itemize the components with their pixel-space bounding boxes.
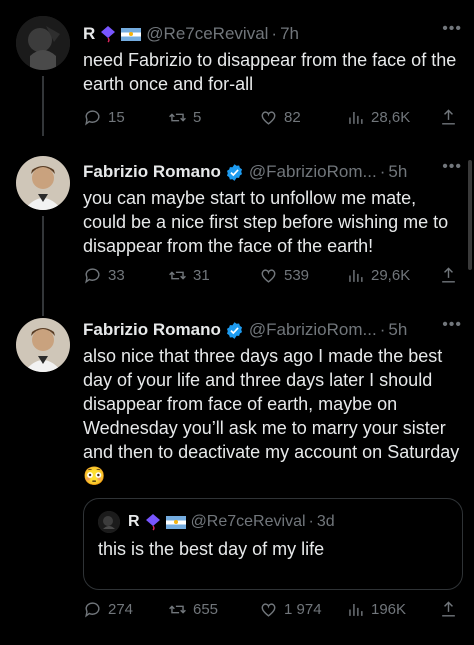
repost-arrows-icon	[169, 112, 186, 122]
quoted-tweet[interactable]: R @Re7ceRevival · 3d this is the best da…	[83, 498, 463, 590]
speech-bubble-icon	[85, 109, 100, 126]
like-count: 1 974	[284, 600, 322, 618]
heart-icon	[261, 110, 276, 125]
reply-count: 274	[108, 600, 134, 618]
more-dots-icon[interactable]: •••	[442, 316, 462, 334]
timestamp[interactable]: 7h	[280, 24, 299, 44]
views-button[interactable]: 29,6K	[346, 264, 410, 286]
like-button[interactable]: 1 974	[259, 598, 322, 620]
reply-count: 33	[108, 266, 125, 284]
timestamp: 3d	[316, 513, 335, 530]
avatar-image	[98, 511, 120, 533]
like-button[interactable]: 539	[259, 264, 309, 286]
tweet-text: need Fabrizio to disappear from the face…	[83, 50, 457, 94]
repost-count: 5	[193, 108, 202, 126]
separator-dot: ·	[379, 320, 386, 339]
speech-bubble-icon	[85, 601, 100, 618]
share-button[interactable]	[439, 598, 464, 620]
tweet-text: you can maybe start to unfollow me mate,…	[83, 188, 449, 256]
avatar[interactable]	[16, 318, 70, 372]
avatar[interactable]	[16, 156, 70, 210]
avatar	[98, 511, 120, 533]
timestamp[interactable]: 5h	[388, 320, 407, 340]
avatar-image	[16, 156, 70, 210]
repost-button[interactable]: 655	[168, 598, 218, 620]
kite-emoji-icon	[101, 26, 116, 43]
bar-chart-icon	[349, 111, 363, 124]
handle[interactable]: @FabrizioRom...	[249, 162, 377, 182]
views-count: 28,6K	[371, 108, 411, 126]
display-name: R	[128, 513, 140, 530]
avatar-image	[16, 16, 70, 70]
tweet-header: R @Re7ceRevival · 7h •••	[83, 20, 462, 46]
heart-icon	[261, 602, 276, 617]
more-dots-icon[interactable]: •••	[442, 20, 462, 38]
speech-bubble-icon	[85, 267, 100, 284]
verified-badge-icon	[226, 163, 242, 181]
bar-chart-icon	[349, 269, 363, 282]
timeline: R @Re7ceRevival · 7h ••• need Fabrizio t…	[0, 0, 474, 645]
verified-badge-icon	[226, 321, 242, 339]
separator-dot: ·	[271, 24, 278, 43]
tweet-text: also nice that three days ago I made the…	[83, 346, 460, 486]
heart-icon	[261, 268, 276, 283]
argentina-flag-icon	[165, 515, 186, 529]
like-button[interactable]: 82	[259, 106, 301, 128]
repost-count: 31	[193, 266, 210, 284]
views-button[interactable]: 196K	[346, 598, 406, 620]
share-button[interactable]	[439, 106, 464, 128]
tweet-header: Fabrizio Romano @FabrizioRom... · 5h •••	[83, 158, 462, 184]
reply-count: 15	[108, 108, 125, 126]
tweet-header: Fabrizio Romano @FabrizioRom... · 5h •••	[83, 316, 462, 342]
separator-dot: ·	[379, 162, 386, 181]
handle[interactable]: @FabrizioRom...	[249, 320, 377, 340]
reply-button[interactable]: 33	[83, 264, 125, 286]
tweet-actions: 33 31 539 29,6K	[83, 264, 463, 286]
like-count: 539	[284, 266, 310, 284]
timestamp[interactable]: 5h	[388, 162, 407, 182]
repost-button[interactable]: 31	[168, 264, 210, 286]
share-upload-icon	[442, 108, 455, 125]
bar-chart-icon	[349, 603, 363, 616]
avatar[interactable]	[16, 16, 70, 70]
display-name[interactable]: R	[83, 24, 95, 44]
quoted-tweet-text: this is the best day of my life	[98, 539, 325, 559]
views-button[interactable]: 28,6K	[346, 106, 410, 128]
share-button[interactable]	[439, 264, 464, 286]
repost-arrows-icon	[169, 270, 186, 280]
separator-dot: ·	[308, 513, 314, 530]
tweet-actions: 274 655 1 974 196K	[83, 598, 463, 620]
argentina-flag-icon	[121, 27, 142, 41]
repost-arrows-icon	[169, 604, 186, 614]
views-count: 196K	[371, 600, 407, 618]
display-name[interactable]: Fabrizio Romano	[83, 162, 221, 182]
repost-count: 655	[193, 600, 219, 618]
tweet-actions: 15 5 82 28,6K	[83, 106, 463, 128]
more-dots-icon[interactable]: •••	[442, 158, 462, 176]
thread-line	[42, 76, 44, 136]
reply-button[interactable]: 15	[83, 106, 125, 128]
views-count: 29,6K	[371, 266, 411, 284]
thread-line	[42, 216, 44, 316]
kite-emoji-icon	[145, 514, 160, 531]
handle: @Re7ceRevival	[190, 513, 306, 530]
reply-button[interactable]: 274	[83, 598, 133, 620]
share-upload-icon	[442, 266, 455, 283]
scrollbar[interactable]	[468, 160, 472, 270]
handle[interactable]: @Re7ceRevival	[146, 24, 268, 44]
avatar-image	[16, 318, 70, 372]
share-upload-icon	[442, 600, 455, 617]
repost-button[interactable]: 5	[168, 106, 201, 128]
display-name[interactable]: Fabrizio Romano	[83, 320, 221, 340]
quoted-tweet-header: R @Re7ceRevival · 3d	[98, 511, 462, 533]
like-count: 82	[284, 108, 301, 126]
